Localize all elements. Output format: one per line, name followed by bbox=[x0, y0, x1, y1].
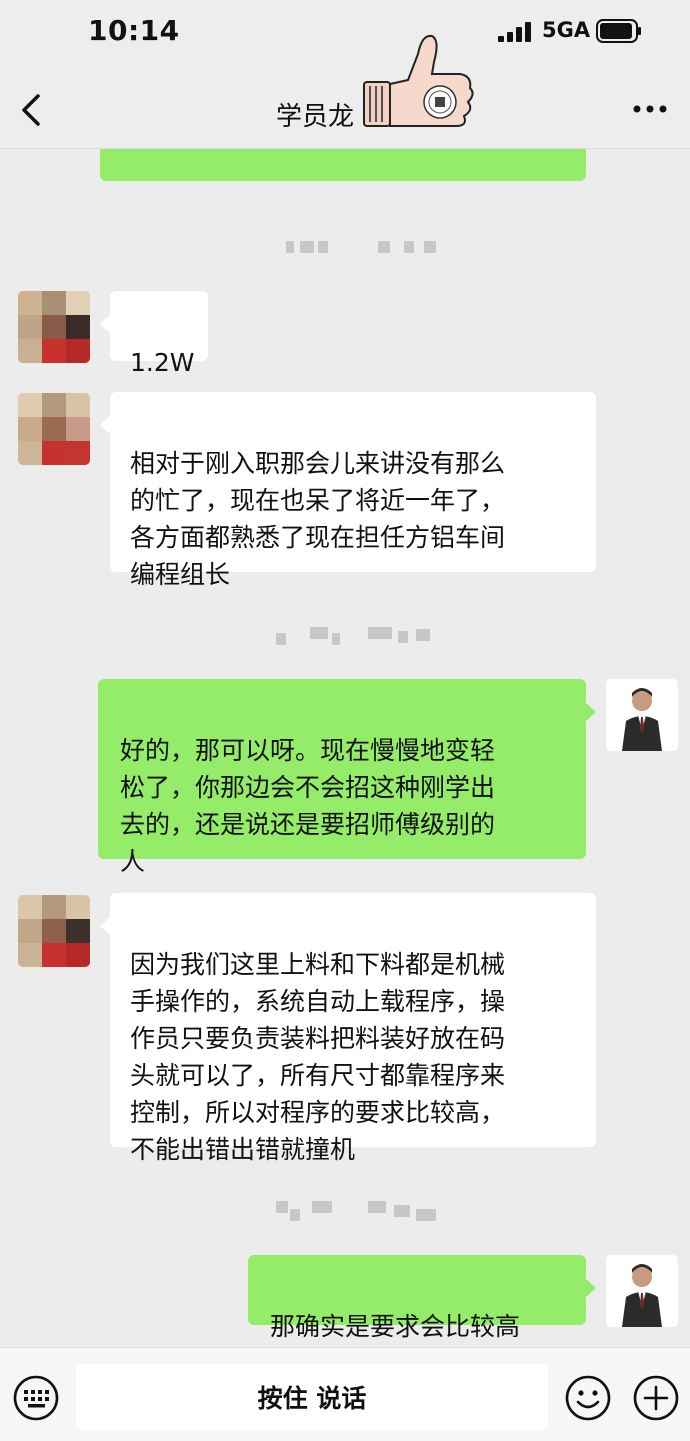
message-text: 好的，那可以呀。现在慢慢地变轻 松了，你那边会不会招这种刚学出 去的，还是说还是… bbox=[120, 736, 496, 876]
chat-title[interactable]: 学员龙 bbox=[276, 96, 354, 133]
message-bubble[interactable]: 好的，那可以呀。现在慢慢地变轻 松了，你那边会不会招这种刚学出 去的，还是说还是… bbox=[98, 679, 596, 876]
previous-message-bubble bbox=[100, 149, 586, 181]
hold-to-talk-button[interactable]: 按住 说话 bbox=[76, 1364, 548, 1430]
network-label: 5GA bbox=[542, 18, 591, 42]
status-bar: 10:14 5GA bbox=[0, 0, 690, 62]
sender-avatar[interactable] bbox=[18, 291, 90, 363]
sender-avatar[interactable] bbox=[18, 895, 90, 967]
message-text: 因为我们这里上料和下料都是机械 手操作的，系统自动上载程序，操 作员只要负责装料… bbox=[130, 950, 506, 1164]
emoji-icon[interactable] bbox=[564, 1374, 612, 1422]
chat-header: 学员龙 bbox=[0, 34, 690, 149]
chat-area[interactable]: 1.2W 相对于刚入职那会儿来讲没有那么 的忙了，现在也呆了将近一年了， 各方面… bbox=[0, 149, 690, 1347]
my-avatar[interactable] bbox=[606, 679, 678, 751]
status-time: 10:14 bbox=[88, 14, 180, 47]
keyboard-icon[interactable] bbox=[12, 1374, 60, 1422]
message-bubble[interactable]: 1.2W bbox=[100, 291, 208, 377]
sender-avatar[interactable] bbox=[18, 393, 90, 465]
message-text: 那确实是要求会比较高 bbox=[270, 1312, 521, 1341]
back-icon[interactable] bbox=[18, 92, 48, 128]
message-bubble[interactable]: 那确实是要求会比较高 bbox=[248, 1255, 596, 1341]
message-text: 1.2W bbox=[130, 348, 195, 377]
battery-icon bbox=[596, 19, 641, 43]
thumbs-up-sticker bbox=[363, 34, 474, 127]
signal-icon bbox=[498, 22, 531, 42]
my-avatar[interactable] bbox=[606, 1255, 678, 1327]
message-bubble[interactable]: 因为我们这里上料和下料都是机械 手操作的，系统自动上载程序，操 作员只要负责装料… bbox=[100, 893, 596, 1164]
more-icon[interactable] bbox=[632, 104, 668, 114]
input-bar: 按住 说话 bbox=[0, 1347, 690, 1441]
plus-icon[interactable] bbox=[632, 1374, 680, 1422]
blurred-timestamp bbox=[286, 241, 438, 255]
blurred-timestamp bbox=[276, 1201, 440, 1221]
blurred-timestamp bbox=[276, 627, 432, 645]
message-text: 相对于刚入职那会儿来讲没有那么 的忙了，现在也呆了将近一年了， 各方面都熟悉了现… bbox=[130, 449, 506, 589]
message-bubble[interactable]: 相对于刚入职那会儿来讲没有那么 的忙了，现在也呆了将近一年了， 各方面都熟悉了现… bbox=[100, 392, 596, 589]
